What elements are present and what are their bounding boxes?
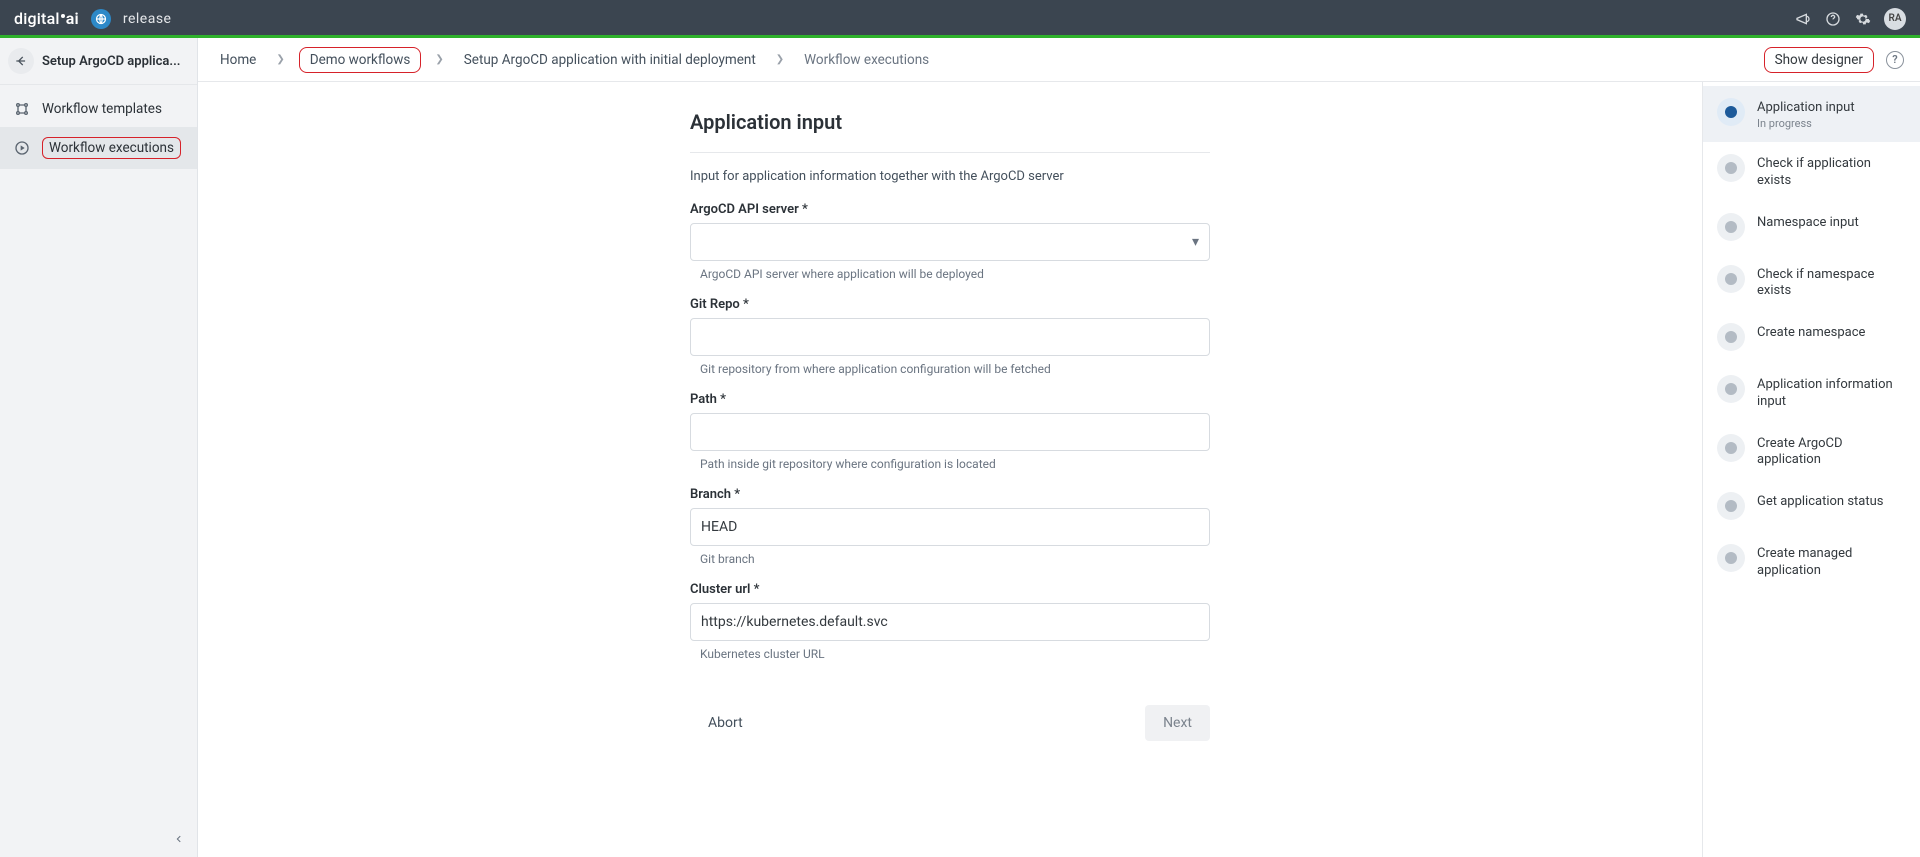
breadcrumb-bar: Home ❯ Demo workflows ❯ Setup ArgoCD app… [198,38,1920,82]
cluster-url-input[interactable] [690,603,1210,641]
breadcrumb-template[interactable]: Setup ArgoCD application with initial de… [458,50,762,70]
brand-logo[interactable]: digital ai [14,9,79,28]
step-label: Check if namespace exists [1757,265,1906,300]
caret-down-icon: ▾ [1192,234,1199,250]
steps-panel: Application input In progress Check if a… [1702,82,1920,857]
step-label: Create ArgoCD application [1757,434,1906,469]
step-label: Application information input [1757,375,1906,410]
form-title: Application input [690,110,1210,153]
field-hint: Path inside git repository where configu… [700,457,1210,471]
templates-icon [14,101,30,117]
chevron-right-icon: ❯ [435,54,443,65]
path-input[interactable] [690,413,1210,451]
main: Home ❯ Demo workflows ❯ Setup ArgoCD app… [198,38,1920,857]
step-check-app-exists[interactable]: Check if application exists [1703,142,1920,201]
step-namespace-input[interactable]: Namespace input [1703,201,1920,253]
field-label: ArgoCD API server * [690,202,1210,217]
field-label: Branch * [690,487,1210,502]
step-create-argocd-app[interactable]: Create ArgoCD application [1703,422,1920,481]
workarea: Application input Input for application … [198,82,1920,857]
executions-icon [14,140,30,156]
field-cluster-url: Cluster url * Kubernetes cluster URL [690,582,1210,661]
step-label: Get application status [1757,492,1884,510]
sidebar-header: Setup ArgoCD applica... [0,38,197,85]
breadcrumb: Home ❯ Demo workflows ❯ Setup ArgoCD app… [214,47,935,73]
step-label: Create managed application [1757,544,1906,579]
field-label: Path * [690,392,1210,407]
breadcrumb-actions: Show designer ? [1764,47,1904,73]
step-create-namespace[interactable]: Create namespace [1703,311,1920,363]
field-label: Git Repo * [690,297,1210,312]
chevron-left-icon [174,832,184,846]
topbar-left: digital ai release [14,9,171,29]
field-path: Path * Path inside git repository where … [690,392,1210,471]
product-label: release [123,11,172,27]
step-label: Check if application exists [1757,154,1906,189]
announcements-icon[interactable] [1794,10,1812,28]
step-status-icon [1717,375,1745,403]
page-help-icon[interactable]: ? [1886,51,1904,69]
chevron-right-icon: ❯ [276,54,284,65]
api-server-select[interactable]: ▾ [690,223,1210,261]
breadcrumb-current: Workflow executions [798,50,935,70]
step-label: Namespace input [1757,213,1859,231]
step-check-namespace-exists[interactable]: Check if namespace exists [1703,253,1920,312]
sidebar-collapse-button[interactable] [169,829,189,849]
step-status-icon [1717,544,1745,572]
brand-dot-icon [61,14,65,18]
step-get-app-status[interactable]: Get application status [1703,480,1920,532]
form-scroll[interactable]: Application input Input for application … [198,82,1702,857]
breadcrumb-home[interactable]: Home [214,50,262,70]
user-avatar[interactable]: RA [1884,8,1906,30]
help-icon[interactable] [1824,10,1842,28]
field-hint: Kubernetes cluster URL [700,647,1210,661]
sidebar-item-executions[interactable]: Workflow executions [0,127,197,169]
brand-word-1: digital [14,9,60,28]
git-repo-input[interactable] [690,318,1210,356]
topbar-right: RA [1794,8,1906,30]
abort-button[interactable]: Abort [690,705,761,741]
field-label: Cluster url * [690,582,1210,597]
step-create-managed-app[interactable]: Create managed application [1703,532,1920,591]
step-status-icon [1717,265,1745,293]
field-hint: ArgoCD API server where application will… [700,267,1210,281]
step-status-icon [1717,323,1745,351]
field-git-repo: Git Repo * Git repository from where app… [690,297,1210,376]
sidebar-nav: Workflow templates Workflow executions [0,85,197,169]
field-hint: Git repository from where application co… [700,362,1210,376]
sidebar-title: Setup ArgoCD applica... [42,54,181,69]
step-app-info-input[interactable]: Application information input [1703,363,1920,422]
step-substatus: In progress [1757,117,1855,130]
step-status-icon [1717,98,1745,126]
sidebar-back-button[interactable] [8,48,34,74]
step-status-icon [1717,492,1745,520]
sidebar-item-label: Workflow templates [42,101,162,117]
topbar: digital ai release RA [0,0,1920,38]
branch-input[interactable] [690,508,1210,546]
step-label: Create namespace [1757,323,1865,341]
step-label: Application input [1757,98,1855,116]
field-hint: Git branch [700,552,1210,566]
sidebar-item-label: Workflow executions [42,137,181,159]
sidebar-item-templates[interactable]: Workflow templates [0,91,197,127]
form-description: Input for application information togeth… [690,169,1210,184]
sidebar: Setup ArgoCD applica... Workflow templat… [0,38,198,857]
settings-icon[interactable] [1854,10,1872,28]
field-api-server: ArgoCD API server * ▾ ArgoCD API server … [690,202,1210,281]
arrow-left-icon [14,54,28,68]
show-designer-button[interactable]: Show designer [1764,47,1874,73]
chevron-right-icon: ❯ [776,54,784,65]
brand-word-2: ai [66,9,79,28]
step-status-icon [1717,434,1745,462]
step-application-input[interactable]: Application input In progress [1703,86,1920,142]
field-branch: Branch * Git branch [690,487,1210,566]
product-badge-icon [91,9,111,29]
step-status-icon [1717,213,1745,241]
form-actions: Abort Next [690,705,1210,741]
next-button[interactable]: Next [1145,705,1210,741]
breadcrumb-folder[interactable]: Demo workflows [299,47,422,73]
form: Application input Input for application … [670,110,1230,749]
step-status-icon [1717,154,1745,182]
